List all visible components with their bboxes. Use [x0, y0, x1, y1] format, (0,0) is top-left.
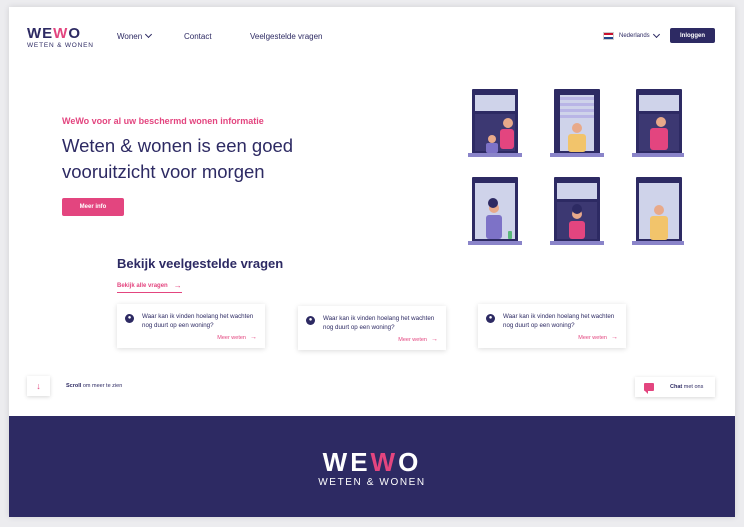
- arrow-right-icon: →: [173, 281, 182, 290]
- faq-section-title: Bekijk veelgestelde vragen: [117, 256, 284, 271]
- nav-wonen[interactable]: Wonen: [117, 30, 153, 41]
- view-all-label: Bekijk alle vragen: [117, 282, 168, 289]
- login-button[interactable]: Inloggen: [670, 28, 715, 43]
- person-icon: ●: [486, 314, 495, 323]
- faq-question: Waar kan ik vinden hoelang het wachten n…: [142, 313, 254, 329]
- logo-part-1: WE: [27, 25, 54, 42]
- person-icon: ●: [306, 316, 315, 325]
- person-icon: ●: [125, 314, 134, 323]
- nav-contact[interactable]: Contact: [184, 32, 212, 41]
- faq-question: Waar kan ik vinden hoelang het wachten n…: [323, 315, 435, 331]
- chat-button[interactable]: Chat met ons: [635, 377, 715, 397]
- nav-wonen-label: Wonen: [117, 32, 143, 41]
- read-more-link[interactable]: Meer weten →: [217, 334, 257, 341]
- scroll-down-button[interactable]: ↓: [27, 376, 50, 396]
- read-more-label: Meer weten: [217, 334, 246, 341]
- nav-faq[interactable]: Veelgestelde vragen: [250, 32, 323, 41]
- chat-label-bold: Chat: [670, 384, 683, 390]
- language-label: Nederlands: [619, 33, 650, 39]
- language-selector[interactable]: Nederlands: [603, 30, 660, 40]
- page: WEWO WETEN & WONEN Wonen Contact Veelges…: [9, 7, 735, 517]
- footer-logo-subtitle: WETEN & WONEN: [318, 477, 426, 488]
- read-more-label: Meer weten: [578, 334, 607, 341]
- arrow-right-icon: →: [250, 334, 257, 341]
- more-info-button[interactable]: Meer info: [62, 198, 124, 216]
- chat-bubble-icon: [644, 383, 654, 394]
- arrow-down-icon: ↓: [36, 381, 41, 391]
- chevron-down-icon: [145, 30, 153, 39]
- footer-logo-part-1: WE: [322, 447, 371, 477]
- hero-title: Weten & wonen is een goed vooruitzicht v…: [62, 135, 294, 182]
- read-more-link[interactable]: Meer weten →: [398, 336, 438, 343]
- view-all-questions-link[interactable]: Bekijk alle vragen →: [117, 281, 182, 293]
- scroll-hint: Scroll om meer te zien: [66, 383, 122, 389]
- read-more-label: Meer weten: [398, 336, 427, 343]
- arrow-right-icon: →: [611, 334, 618, 341]
- read-more-link[interactable]: Meer weten →: [578, 334, 618, 341]
- windows-illustration: [468, 89, 684, 245]
- faq-card[interactable]: ● Waar kan ik vinden hoelang het wachten…: [478, 304, 626, 348]
- arrow-right-icon: →: [431, 336, 438, 343]
- faq-card[interactable]: ● Waar kan ik vinden hoelang het wachten…: [117, 304, 265, 348]
- hero-eyebrow: WeWo voor al uw beschermd wonen informat…: [62, 116, 264, 126]
- footer: WEWO WETEN & WONEN: [9, 416, 735, 517]
- logo[interactable]: WEWO WETEN & WONEN: [27, 25, 94, 49]
- scroll-hint-bold: Scroll: [66, 383, 82, 389]
- footer-logo-part-accent: W: [370, 447, 399, 477]
- footer-logo-part-2: O: [398, 447, 422, 477]
- chat-label-rest: met ons: [682, 384, 704, 390]
- scroll-hint-rest: om meer te zien: [81, 383, 123, 389]
- footer-logo: WEWO WETEN & WONEN: [9, 449, 735, 488]
- flag-nl-icon: [603, 32, 614, 40]
- chevron-down-icon: [652, 30, 660, 38]
- logo-part-2: O: [68, 25, 82, 42]
- faq-card[interactable]: ● Waar kan ik vinden hoelang het wachten…: [298, 306, 446, 350]
- logo-part-accent: W: [53, 25, 69, 42]
- faq-question: Waar kan ik vinden hoelang het wachten n…: [503, 313, 615, 329]
- logo-subtitle: WETEN & WONEN: [27, 42, 94, 49]
